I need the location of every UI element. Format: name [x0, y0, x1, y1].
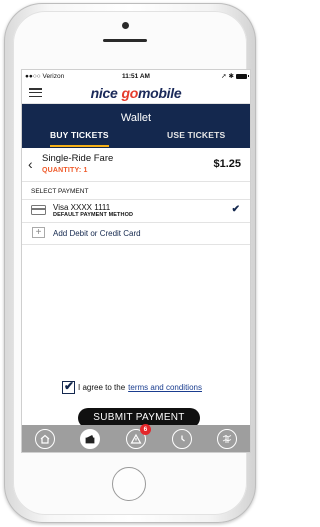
fare-name: Single-Ride Fare	[42, 153, 114, 164]
alerts-icon[interactable]: 6	[125, 423, 151, 449]
app-screen: ●●○○ Verizon 11:51 AM ➚ ✱ nice gomobile W…	[21, 69, 251, 453]
plus-icon: +	[32, 227, 45, 238]
fare-summary: ‹ Single-Ride Fare QUANTITY: 1 $1.25	[22, 148, 250, 182]
app-bar: nice gomobile	[22, 82, 250, 104]
terms-agreement: ✔ I agree to the terms and conditions	[62, 378, 202, 394]
credit-card-icon	[31, 205, 46, 215]
battery-icon	[236, 73, 249, 79]
home-button[interactable]	[112, 467, 146, 501]
clock-icon[interactable]	[171, 428, 192, 449]
map-icon[interactable]	[217, 428, 238, 449]
fare-quantity: QUANTITY: 1	[42, 167, 88, 174]
select-payment-label: SELECT PAYMENT	[22, 182, 250, 200]
home-icon[interactable]	[34, 428, 55, 449]
fare-price: $1.25	[213, 158, 241, 170]
notification-badge: 6	[139, 423, 151, 435]
front-camera	[122, 22, 129, 29]
terms-prefix: I agree to the	[78, 382, 126, 392]
wallet-icon[interactable]	[80, 428, 101, 449]
card-default-label: DEFAULT PAYMENT METHOD	[53, 212, 134, 218]
checkmark-icon: ✔	[64, 378, 75, 393]
status-bar: ●●○○ Verizon 11:51 AM ➚ ✱	[22, 70, 250, 82]
add-card-row[interactable]: + Add Debit or Credit Card	[22, 223, 250, 245]
app-logo: nice gomobile	[90, 85, 182, 101]
bottom-nav: 6	[22, 423, 250, 452]
add-card-label: Add Debit or Credit Card	[53, 229, 141, 238]
tab-use-tickets[interactable]: USE TICKETS	[167, 130, 225, 145]
tab-buy-tickets[interactable]: BUY TICKETS	[50, 130, 109, 147]
earpiece-speaker	[103, 39, 147, 42]
wallet-header: Wallet BUY TICKETS USE TICKETS	[22, 104, 250, 148]
checkmark-icon: ✔	[231, 204, 240, 215]
terms-link[interactable]: terms and conditions	[128, 383, 202, 392]
status-time: 11:51 AM	[122, 72, 150, 80]
page-title: Wallet	[120, 112, 152, 124]
terms-checkbox[interactable]: ✔	[62, 378, 75, 394]
chevron-left-icon[interactable]: ‹	[28, 157, 33, 171]
card-name: Visa XXXX 1111	[53, 203, 111, 212]
payment-method-visa[interactable]: Visa XXXX 1111 DEFAULT PAYMENT METHOD ✔	[22, 200, 250, 223]
